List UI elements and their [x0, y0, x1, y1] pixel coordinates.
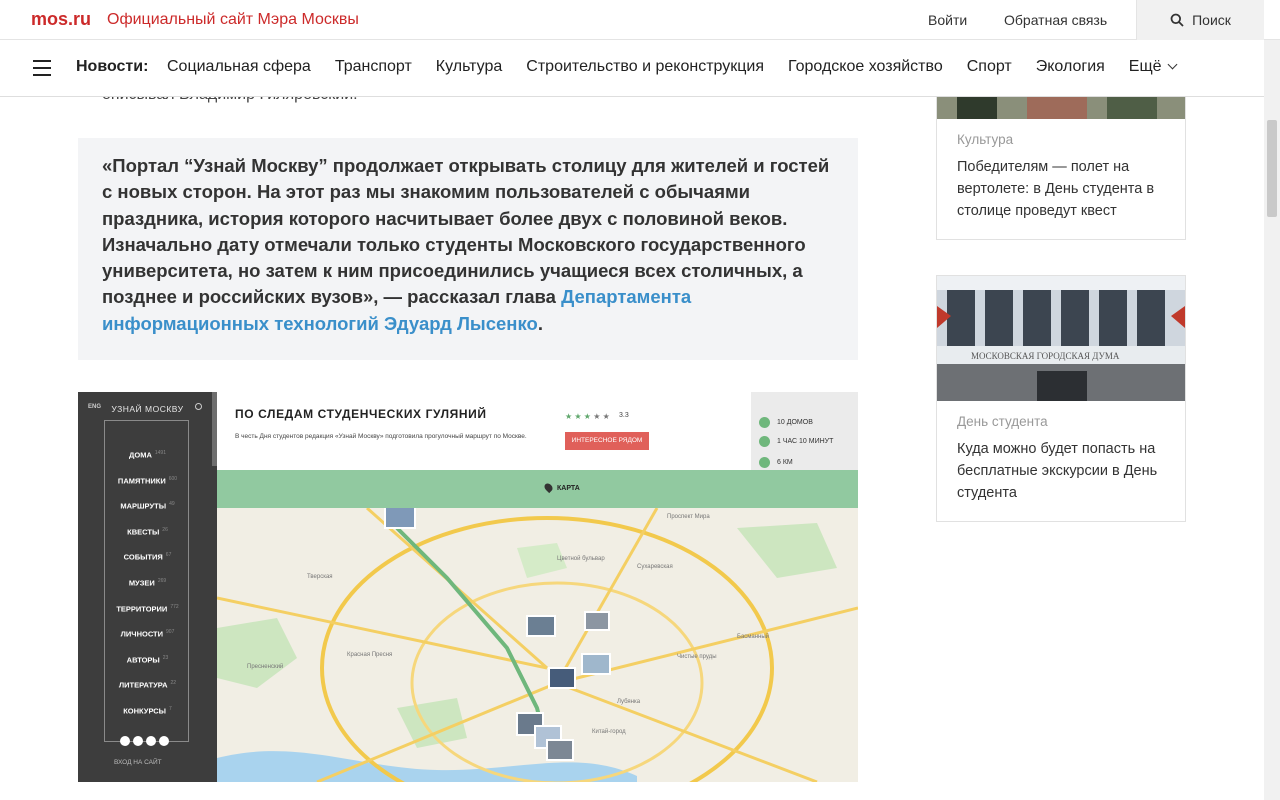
map-label: Тверская: [307, 574, 333, 580]
search-label: Поиск: [1192, 12, 1231, 28]
news-nav: Новости: Социальная сфера Транспорт Куль…: [0, 40, 1264, 97]
map-menu-item: КОНКУРСЫ 7: [123, 705, 172, 716]
nav-item-more[interactable]: Ещё: [1129, 58, 1177, 76]
map-menu-item: СОБЫТИЯ 67: [123, 552, 172, 562]
map-bar-label: КАРТА: [557, 485, 580, 492]
card-category: День студента: [957, 414, 1048, 429]
map-bar: КАРТА: [217, 470, 858, 508]
site-logo[interactable]: mos.ru: [31, 9, 91, 30]
nav-item-culture[interactable]: Культура: [436, 58, 503, 76]
rating-value: 3.3: [619, 412, 629, 419]
menu-icon[interactable]: [33, 60, 51, 76]
nav-item-ecology[interactable]: Экология: [1036, 58, 1105, 76]
route-description: В честь Дня студентов редакция «Узнай Мо…: [235, 433, 527, 440]
nav-label: Новости:: [76, 58, 149, 75]
youtube-icon: [159, 736, 169, 746]
clock-icon: [759, 436, 770, 447]
instagram-icon: [146, 736, 156, 746]
stat-distance: 6 КМ: [759, 457, 793, 468]
facebook-icon: [120, 736, 130, 746]
map-login: ВХОД НА САЙТ: [114, 759, 162, 766]
card-title[interactable]: Победителям — полет на вертолете: в День…: [937, 147, 1185, 239]
nav-items: Социальная сфера Транспорт Культура Стро…: [167, 58, 1177, 76]
social-icons: [120, 736, 169, 746]
nav-item-construction[interactable]: Строительство и реконструкция: [526, 58, 764, 76]
house-icon: [759, 417, 770, 428]
uznai-moskvu-logo: УЗНАЙ МОСКВУ: [111, 404, 184, 414]
map-menu: ДОМА 1491 ПАМЯТНИКИ 600 МАРШРУТЫ 49 КВЕСТЫ 2…: [78, 450, 217, 732]
city-map-svg: Тверская Пресненский Красная Пресня Басм…: [216, 505, 858, 782]
article-image-map[interactable]: ENG УЗНАЙ МОСКВУ ДОМА 1491 ПАМЯТНИКИ 600 М…: [78, 392, 858, 782]
map-label: Басманный: [737, 633, 769, 640]
pin-icon: [542, 481, 555, 494]
map-label: Сухаревская: [637, 564, 673, 570]
site-name[interactable]: Официальный сайт Мэра Москвы: [107, 11, 359, 29]
card-image: МОСКОВСКАЯ ГОРОДСКАЯ ДУМА: [937, 276, 1185, 401]
chevron-down-icon: [1167, 59, 1177, 70]
search-icon: [1170, 13, 1184, 27]
map-menu-item: ДОМА 1491: [129, 450, 166, 460]
map-menu-item: МАРШРУТЫ 49: [120, 501, 175, 511]
stat-houses: 10 ДОМОВ: [759, 417, 813, 428]
map-label: Красная Пресня: [347, 652, 392, 658]
map-label: Пресненский: [247, 663, 283, 670]
login-link[interactable]: Войти: [928, 12, 967, 28]
map-label: Цветной бульвар: [557, 555, 605, 562]
scrollbar-thumb[interactable]: [1267, 120, 1277, 217]
feedback-link[interactable]: Обратная связь: [1004, 12, 1107, 28]
nav-item-sport[interactable]: Спорт: [967, 58, 1012, 76]
city-map: Тверская Пресненский Красная Пресня Басм…: [216, 505, 858, 782]
map-menu-item: АВТОРЫ 23: [126, 654, 169, 665]
article-quote: «Портал “Узнай Москву” продолжает открыв…: [78, 138, 858, 360]
related-news-card[interactable]: Культура Победителям — полет на вертолет…: [936, 97, 1186, 240]
card-image: [937, 97, 1185, 119]
map-menu-item: КВЕСТЫ 26: [127, 526, 168, 537]
map-label: Лубянка: [617, 699, 641, 705]
card-category: Культура: [957, 132, 1014, 147]
top-bar: mos.ru Официальный сайт Мэра Москвы Войт…: [0, 0, 1280, 40]
related-news-card[interactable]: МОСКОВСКАЯ ГОРОДСКАЯ ДУМА День студента …: [936, 275, 1186, 522]
route-stats: 10 ДОМОВ 1 ЧАС 10 МИНУТ 6 КМ: [751, 392, 858, 470]
map-menu-item: ЛИЧНОСТИ 907: [120, 629, 175, 639]
card-title[interactable]: Куда можно будет попасть на бесплатные э…: [937, 429, 1185, 521]
map-menu-item: ЛИТЕРАТУРА 22: [118, 680, 177, 690]
nav-item-transport[interactable]: Транспорт: [335, 58, 412, 76]
nav-item-utilities[interactable]: Городское хозяйство: [788, 58, 943, 76]
stat-duration: 1 ЧАС 10 МИНУТ: [759, 436, 833, 447]
map-menu-item: МУЗЕИ 269: [128, 577, 167, 588]
map-label: Чистые пруды: [677, 654, 717, 660]
rating-stars: ★ ★ ★ ★ ★: [565, 412, 610, 421]
footsteps-icon: [759, 457, 770, 468]
nav-item-social[interactable]: Социальная сфера: [167, 58, 311, 76]
map-label: Китай-город: [592, 728, 626, 735]
vk-icon: [133, 736, 143, 746]
nearby-button: ИНТЕРЕСНОЕ РЯДОМ: [565, 432, 649, 450]
route-header: ПО СЛЕДАМ СТУДЕНЧЕСКИХ ГУЛЯНИЙ В честь Д…: [217, 392, 751, 470]
search-button[interactable]: Поиск: [1136, 0, 1264, 40]
map-label: Проспект Мира: [667, 514, 710, 520]
map-sidebar: ENG УЗНАЙ МОСКВУ ДОМА 1491 ПАМЯТНИКИ 600 М…: [78, 392, 217, 782]
building-sign: МОСКОВСКАЯ ГОРОДСКАЯ ДУМА: [971, 351, 1120, 361]
map-menu-item: ПАМЯТНИКИ 600: [117, 475, 178, 486]
map-menu-item: ТЕРРИТОРИИ 772: [116, 603, 179, 614]
quote-paragraph: «Портал “Узнай Москву” продолжает открыв…: [102, 155, 830, 334]
route-title: ПО СЛЕДАМ СТУДЕНЧЕСКИХ ГУЛЯНИЙ: [235, 407, 487, 421]
